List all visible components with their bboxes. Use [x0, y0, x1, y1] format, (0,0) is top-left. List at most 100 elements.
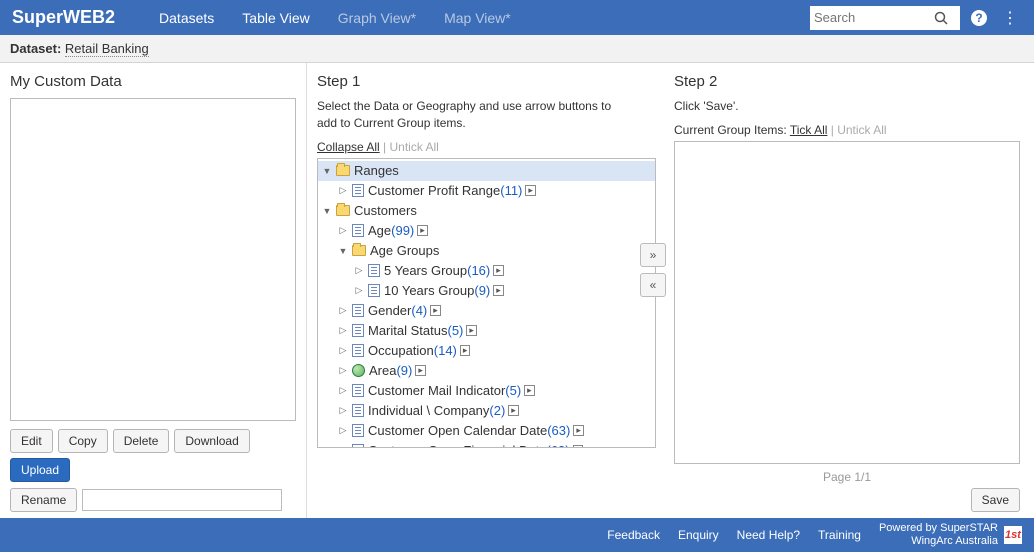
expand-icon[interactable]: ▸ — [430, 305, 441, 316]
tree-label[interactable]: 10 Years Group — [384, 283, 474, 298]
expand-icon[interactable]: ▸ — [508, 405, 519, 416]
tree-row[interactable]: ▼ Ranges — [318, 161, 655, 181]
dataset-label: Dataset: — [10, 41, 61, 56]
expand-icon[interactable]: ▸ — [573, 425, 584, 436]
rename-button[interactable]: Rename — [10, 488, 77, 512]
tree-row[interactable]: ▷ 10 Years Group (9)▸ — [318, 281, 655, 301]
tree-container[interactable]: ▼Ranges▷Customer Profit Range (11)▸▼Cust… — [317, 158, 656, 448]
tree-label[interactable]: Occupation — [368, 343, 434, 358]
tree-row[interactable]: ▷Customer Open Financial Date (63)▸ — [318, 441, 655, 448]
triangle-right-icon[interactable]: ▷ — [338, 345, 348, 356]
tree-row[interactable]: ▷Gender (4)▸ — [318, 301, 655, 321]
folder-icon — [352, 245, 366, 256]
tree-count: (9) — [396, 363, 412, 378]
sheet-icon — [352, 384, 364, 397]
tree-label[interactable]: 5 Years Group — [384, 263, 467, 278]
tree-label[interactable]: Customer Mail Indicator — [368, 383, 505, 398]
triangle-right-icon[interactable]: ▷ — [338, 405, 348, 416]
step1-instruction: Select the Data or Geography and use arr… — [317, 98, 617, 132]
triangle-down-icon[interactable]: ▼ — [338, 246, 348, 256]
triangle-right-icon[interactable]: ▷ — [338, 425, 348, 436]
expand-icon[interactable]: ▸ — [415, 365, 426, 376]
footer-link-feedback[interactable]: Feedback — [607, 528, 660, 542]
expand-icon[interactable]: ▸ — [460, 345, 471, 356]
panel-step1: Step 1 Select the Data or Geography and … — [307, 63, 664, 518]
nav-table-view[interactable]: Table View — [228, 10, 323, 26]
download-button[interactable]: Download — [174, 429, 249, 453]
expand-icon[interactable]: ▸ — [493, 265, 504, 276]
search-icon[interactable] — [934, 11, 948, 25]
tree-row[interactable]: ▷ Area (9)▸ — [318, 361, 655, 381]
search-input[interactable] — [814, 10, 934, 25]
svg-text:?: ? — [975, 11, 982, 25]
triangle-right-icon[interactable]: ▷ — [338, 445, 348, 448]
triangle-down-icon[interactable]: ▼ — [322, 206, 332, 216]
dataset-name[interactable]: Retail Banking — [65, 41, 149, 57]
expand-icon[interactable]: ▸ — [417, 225, 428, 236]
upload-button[interactable]: Upload — [10, 458, 70, 482]
tree-label[interactable]: Area — [369, 363, 396, 378]
footer-link-help[interactable]: Need Help? — [737, 528, 800, 542]
collapse-all-link[interactable]: Collapse All — [317, 140, 380, 154]
tree-label[interactable]: Customer Profit Range — [368, 183, 500, 198]
step2-title: Step 2 — [674, 73, 1020, 90]
expand-icon[interactable]: ▸ — [493, 285, 504, 296]
folder-icon — [336, 205, 350, 216]
triangle-right-icon[interactable]: ▷ — [338, 225, 348, 236]
triangle-right-icon[interactable]: ▷ — [338, 185, 348, 196]
tree-row[interactable]: ▷Age (99)▸ — [318, 221, 655, 241]
expand-icon[interactable]: ▸ — [524, 385, 535, 396]
untick-all-step1: Untick All — [390, 140, 439, 154]
sheet-icon — [352, 224, 364, 237]
tree-row[interactable]: ▷Marital Status (5)▸ — [318, 321, 655, 341]
triangle-right-icon[interactable]: ▷ — [338, 365, 348, 376]
triangle-right-icon[interactable]: ▷ — [354, 285, 364, 296]
copy-button[interactable]: Copy — [58, 429, 108, 453]
triangle-right-icon[interactable]: ▷ — [338, 325, 348, 336]
triangle-right-icon[interactable]: ▷ — [354, 265, 364, 276]
tree-row[interactable]: ▷5 Years Group (16)▸ — [318, 261, 655, 281]
help-icon[interactable]: ? — [970, 9, 988, 27]
panel-step2: Step 2 Click 'Save'. Current Group Items… — [664, 63, 1034, 518]
remove-arrow-button[interactable]: « — [640, 273, 666, 297]
tree-row[interactable]: ▷ Occupation (14)▸ — [318, 341, 655, 361]
triangle-right-icon[interactable]: ▷ — [338, 385, 348, 396]
tree-row[interactable]: ▷ Customer Profit Range (11)▸ — [318, 181, 655, 201]
save-button[interactable]: Save — [971, 488, 1020, 512]
triangle-right-icon[interactable]: ▷ — [338, 305, 348, 316]
tree-label[interactable]: Age — [368, 223, 391, 238]
tree-label[interactable]: Customers — [354, 203, 417, 218]
tree-count: (14) — [434, 343, 457, 358]
tick-all-link[interactable]: Tick All — [790, 123, 828, 137]
add-arrow-button[interactable]: » — [640, 243, 666, 267]
delete-button[interactable]: Delete — [113, 429, 170, 453]
tree-label[interactable]: Age Groups — [370, 243, 439, 258]
tree-row[interactable]: ▷Customer Open Calendar Date (63)▸ — [318, 421, 655, 441]
edit-button[interactable]: Edit — [10, 429, 53, 453]
footer-link-enquiry[interactable]: Enquiry — [678, 528, 719, 542]
tree-label[interactable]: Ranges — [354, 163, 399, 178]
tree-label[interactable]: Individual \ Company — [368, 403, 489, 418]
tree-count: (11) — [500, 183, 522, 198]
expand-icon[interactable]: ▸ — [466, 325, 477, 336]
expand-icon[interactable]: ▸ — [573, 445, 584, 448]
tree-row[interactable]: ▼ Customers — [318, 201, 655, 221]
sheet-icon — [352, 424, 364, 437]
tree-label[interactable]: Gender — [368, 303, 411, 318]
tree-count: (9) — [474, 283, 490, 298]
nav-datasets[interactable]: Datasets — [145, 10, 228, 26]
tree-label[interactable]: Customer Open Financial Date — [368, 443, 546, 448]
triangle-down-icon[interactable]: ▼ — [322, 166, 332, 176]
globe-icon — [352, 364, 365, 377]
tree-label[interactable]: Customer Open Calendar Date — [368, 423, 547, 438]
footer-link-training[interactable]: Training — [818, 528, 861, 542]
tree-label[interactable]: Marital Status — [368, 323, 447, 338]
tree-count: (2) — [489, 403, 505, 418]
tree-row[interactable]: ▼ Age Groups — [318, 241, 655, 261]
tree-row[interactable]: ▷Customer Mail Indicator (5)▸ — [318, 381, 655, 401]
kebab-menu-icon[interactable]: ⋮ — [998, 8, 1022, 28]
rename-input[interactable] — [82, 489, 282, 511]
tree-row[interactable]: ▷ Individual \ Company (2)▸ — [318, 401, 655, 421]
expand-icon[interactable]: ▸ — [525, 185, 536, 196]
current-group-box — [674, 141, 1020, 464]
